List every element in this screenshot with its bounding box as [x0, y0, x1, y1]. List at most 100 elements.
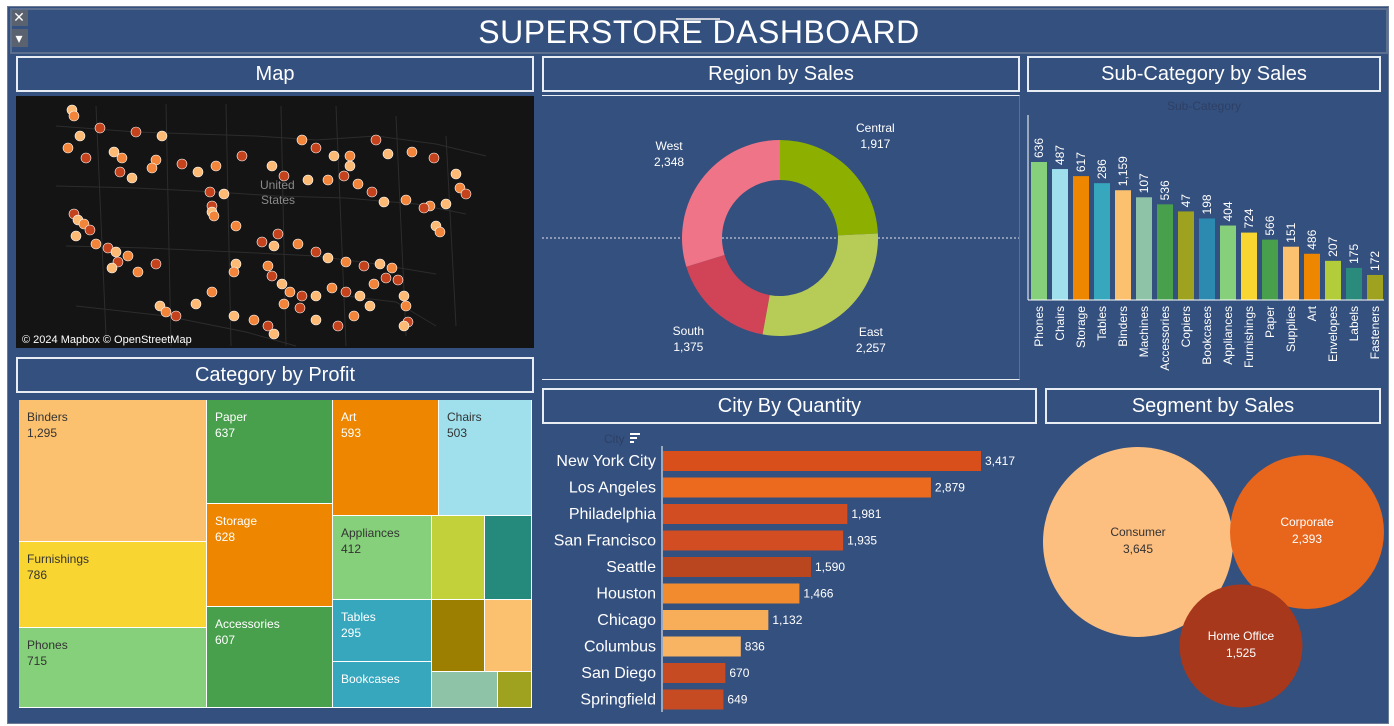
subcategory-bar[interactable]: [1115, 190, 1131, 300]
map-point[interactable]: [326, 282, 338, 294]
map-point[interactable]: [208, 210, 220, 222]
us-map[interactable]: United States © 2024 Mapbox © OpenStreet…: [16, 96, 534, 348]
city-bar[interactable]: [663, 583, 800, 604]
region-slice-central[interactable]: [780, 140, 878, 236]
map-point[interactable]: [80, 152, 92, 164]
map-point[interactable]: [116, 152, 128, 164]
city-bar[interactable]: [663, 610, 769, 630]
segment-bubble-chart[interactable]: Consumer 3,645 Corporate 2,393 Home Office 1,…: [1040, 428, 1384, 718]
map-point[interactable]: [228, 310, 240, 322]
subcategory-bar[interactable]: [1367, 274, 1383, 300]
map-point[interactable]: [400, 194, 412, 206]
map-point[interactable]: [378, 196, 390, 208]
map-point[interactable]: [262, 260, 274, 272]
map-point[interactable]: [156, 130, 168, 142]
city-bar[interactable]: [663, 530, 844, 551]
city-bar[interactable]: [663, 557, 811, 577]
treemap-tile-unlabeled[interactable]: [432, 600, 485, 672]
treemap-tile-furnishings[interactable]: Furnishings 786: [19, 542, 207, 628]
subcategory-bar[interactable]: [1241, 232, 1257, 300]
map-point[interactable]: [110, 246, 122, 258]
treemap-tile-storage[interactable]: Storage 628: [207, 504, 333, 607]
treemap-tile-unlabeled[interactable]: [498, 672, 532, 708]
map-point[interactable]: [322, 174, 334, 186]
map-point[interactable]: [266, 270, 278, 282]
map-point[interactable]: [192, 166, 204, 178]
map-point[interactable]: [230, 220, 242, 232]
map-point[interactable]: [150, 258, 162, 270]
subcategory-bar[interactable]: [1199, 218, 1215, 300]
map-point[interactable]: [296, 290, 308, 302]
map-point[interactable]: [206, 286, 218, 298]
treemap-tile-binders[interactable]: Binders 1,295: [19, 400, 207, 542]
map-point[interactable]: [272, 228, 284, 240]
subcategory-bar[interactable]: [1031, 162, 1047, 300]
treemap-tile-art[interactable]: Art 593: [333, 400, 439, 516]
region-slice-south[interactable]: [686, 254, 770, 335]
map-point[interactable]: [114, 166, 126, 178]
map-point[interactable]: [440, 198, 452, 210]
map-point[interactable]: [310, 142, 322, 154]
map-point[interactable]: [340, 286, 352, 298]
map-panel[interactable]: United States © 2024 Mapbox © OpenStreet…: [16, 96, 534, 348]
map-point[interactable]: [366, 186, 378, 198]
map-point[interactable]: [338, 170, 350, 182]
map-point[interactable]: [268, 328, 280, 340]
subcategory-bar[interactable]: [1220, 225, 1236, 300]
map-point[interactable]: [450, 168, 462, 180]
region-slice-east[interactable]: [762, 233, 878, 336]
map-point[interactable]: [218, 188, 230, 200]
map-point[interactable]: [332, 320, 344, 332]
subcategory-bar[interactable]: [1262, 239, 1278, 300]
map-point[interactable]: [106, 262, 118, 274]
map-point[interactable]: [278, 170, 290, 182]
map-point[interactable]: [418, 202, 430, 214]
map-point[interactable]: [130, 126, 142, 138]
map-point[interactable]: [278, 298, 290, 310]
subcategory-bar[interactable]: [1073, 176, 1089, 300]
map-point[interactable]: [256, 236, 268, 248]
category-treemap[interactable]: Binders 1,295 Furnishings 786 Phones 715 Paper…: [19, 400, 532, 708]
map-point[interactable]: [348, 310, 360, 322]
map-point[interactable]: [170, 310, 182, 322]
map-point[interactable]: [296, 134, 308, 146]
subcategory-bar[interactable]: [1157, 204, 1173, 300]
map-point[interactable]: [434, 226, 446, 238]
subcategory-bar[interactable]: [1325, 260, 1341, 300]
map-point[interactable]: [70, 230, 82, 242]
treemap-tile-unlabeled[interactable]: [485, 600, 532, 672]
map-point[interactable]: [374, 258, 386, 270]
map-point[interactable]: [400, 300, 412, 312]
treemap-tile-unlabeled[interactable]: [485, 516, 532, 600]
subcategory-bar[interactable]: [1136, 197, 1152, 300]
map-point[interactable]: [294, 302, 306, 314]
subcategory-bar[interactable]: [1346, 267, 1362, 300]
subcategory-bar[interactable]: [1304, 253, 1320, 300]
region-slice-west[interactable]: [682, 140, 780, 267]
treemap-tile-chairs[interactable]: Chairs 503: [439, 400, 532, 516]
map-point[interactable]: [190, 298, 202, 310]
map-point[interactable]: [460, 188, 472, 200]
map-point[interactable]: [382, 148, 394, 160]
treemap-tile-accessories[interactable]: Accessories 607: [207, 607, 333, 708]
map-point[interactable]: [122, 250, 134, 262]
city-bar[interactable]: [663, 451, 981, 471]
map-point[interactable]: [94, 122, 106, 134]
subcategory-bar-chart[interactable]: Sub-Category 636 Phones 487 Chairs 617 Storag…: [1022, 95, 1384, 380]
map-point[interactable]: [266, 160, 278, 172]
subcategory-axis-header[interactable]: Sub-Category: [1167, 99, 1241, 113]
subcategory-bar[interactable]: [1283, 246, 1299, 300]
map-point[interactable]: [292, 238, 304, 250]
treemap-tile-unlabeled[interactable]: [432, 672, 498, 708]
sort-icon[interactable]: [630, 433, 640, 443]
map-point[interactable]: [344, 150, 356, 162]
treemap-tile-phones[interactable]: Phones 715: [19, 628, 207, 708]
treemap-tile-paper[interactable]: Paper 637: [207, 400, 333, 504]
map-point[interactable]: [358, 260, 370, 272]
map-point[interactable]: [340, 256, 352, 268]
map-point[interactable]: [276, 278, 288, 290]
map-point[interactable]: [204, 186, 216, 198]
city-axis-header[interactable]: City: [604, 432, 625, 446]
city-bar[interactable]: [663, 504, 848, 524]
subcategory-bar[interactable]: [1094, 183, 1110, 300]
